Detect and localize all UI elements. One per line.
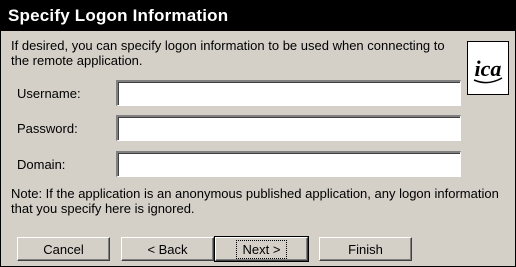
finish-button[interactable]: Finish — [319, 237, 412, 261]
password-label: Password: — [17, 121, 78, 136]
cancel-button[interactable]: Cancel — [17, 237, 110, 261]
anonymous-note: Note: If the application is an anonymous… — [11, 186, 499, 216]
next-button[interactable]: Next > — [214, 236, 309, 262]
dialog-title: Specify Logon Information — [1, 1, 515, 31]
logo-text: ica — [475, 56, 502, 81]
ica-logo: ica — [467, 41, 509, 95]
username-field[interactable] — [116, 80, 461, 106]
ica-logo-icon: ica — [473, 56, 503, 84]
back-button[interactable]: < Back — [121, 237, 214, 261]
intro-text: If desired, you can specify logon inform… — [11, 38, 445, 68]
password-field[interactable] — [116, 115, 461, 141]
logon-dialog: Specify Logon Information If desired, yo… — [0, 0, 516, 267]
domain-field[interactable] — [116, 151, 461, 177]
domain-label: Domain: — [17, 157, 66, 172]
username-label: Username: — [17, 86, 81, 101]
next-button-label: Next > — [235, 239, 288, 259]
